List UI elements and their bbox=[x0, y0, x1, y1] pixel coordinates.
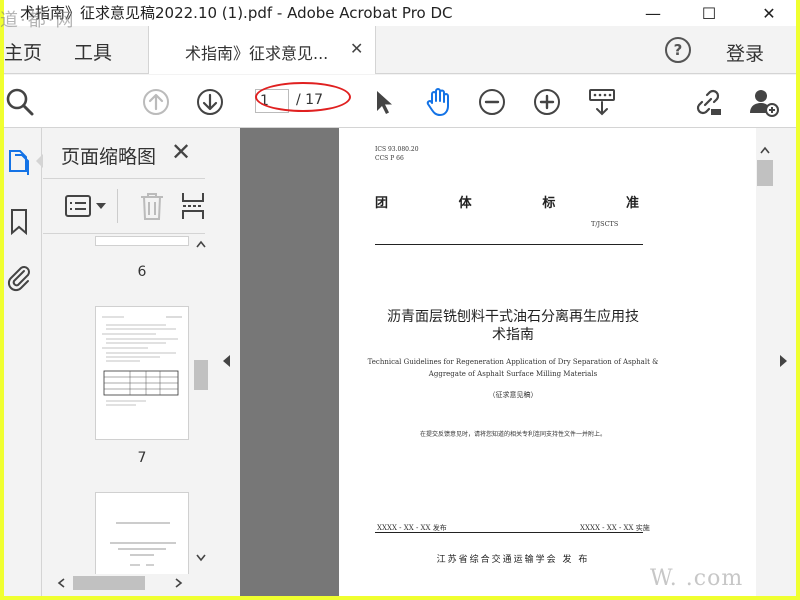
thumbnail-page-7[interactable] bbox=[95, 306, 189, 440]
tab-document[interactable]: 术指南》征求意见... ✕ bbox=[148, 26, 376, 74]
attachments-icon[interactable] bbox=[4, 262, 34, 292]
left-navigation-rail bbox=[4, 128, 43, 596]
english-title: Technical Guidelines for Regeneration Ap… bbox=[363, 356, 663, 380]
document-vertical-scrollbar[interactable] bbox=[756, 128, 774, 596]
caret-right-icon[interactable] bbox=[780, 355, 788, 367]
page-total-label: / 17 bbox=[296, 92, 323, 108]
standard-code: T/JSCTS bbox=[591, 220, 619, 228]
caret-left-icon[interactable] bbox=[223, 355, 231, 367]
english-title-line-1: Technical Guidelines for Regeneration Ap… bbox=[367, 358, 659, 366]
chevron-down-icon[interactable] bbox=[96, 203, 106, 211]
ccs-code: CCS P 66 bbox=[375, 155, 404, 162]
header-divider bbox=[375, 244, 643, 245]
page-number-input[interactable]: 1 bbox=[255, 89, 289, 113]
document-tab-close-button[interactable]: ✕ bbox=[350, 39, 363, 58]
watermark-top-left: 道·都·网 bbox=[0, 10, 76, 31]
document-viewport[interactable]: ICS 93.080.20 CCS P 66 团 体 标 准 T/JSCTS 沥… bbox=[214, 128, 796, 596]
issuer: 江苏省综合交通运输学会 发 布 bbox=[436, 555, 590, 565]
thumbnails-panel: 页面缩略图 ✕ 6 7 bbox=[43, 128, 213, 596]
patent-note: 在提交反馈意见时，请将您知道的相关专利连同支持性文件一并附上。 bbox=[419, 431, 606, 438]
tab-home[interactable]: 主页 bbox=[4, 38, 42, 65]
thumbnail-options-icon[interactable] bbox=[65, 195, 91, 217]
close-window-button[interactable]: ✕ bbox=[746, 0, 792, 26]
heading-char: 团 bbox=[375, 196, 389, 211]
title-bar: 术指南》征求意见稿2022.10 (1).pdf - Adobe Acrobat… bbox=[4, 0, 796, 26]
thumbnail-page-6[interactable] bbox=[95, 236, 189, 246]
panel-title: 页面缩略图 bbox=[61, 146, 157, 168]
english-title-line-2: Aggregate of Asphalt Surface Milling Mat… bbox=[428, 370, 598, 378]
draft-status: （征求意见稿） bbox=[488, 391, 538, 399]
thumbnail-vertical-scrollbar[interactable] bbox=[193, 236, 209, 574]
hand-tool-icon[interactable] bbox=[422, 86, 454, 118]
heading-char: 准 bbox=[625, 196, 639, 211]
scroll-mode-icon[interactable] bbox=[586, 86, 618, 118]
acrobat-window: 术指南》征求意见稿2022.10 (1).pdf - Adobe Acrobat… bbox=[4, 0, 796, 596]
doc-scroll-thumb[interactable] bbox=[757, 160, 773, 186]
doc-scroll-up-icon[interactable] bbox=[760, 146, 770, 154]
horizontal-scroll-thumb[interactable] bbox=[73, 576, 145, 590]
share-link-icon[interactable] bbox=[692, 86, 724, 118]
collapse-left-pane[interactable] bbox=[214, 128, 240, 596]
scroll-left-icon[interactable] bbox=[57, 578, 65, 588]
panel-toolbar bbox=[43, 178, 205, 234]
select-cursor-icon[interactable] bbox=[368, 86, 400, 118]
document-tab-label: 术指南》征求意见... bbox=[185, 44, 329, 63]
login-button[interactable]: 登录 bbox=[726, 39, 764, 66]
window-title: 术指南》征求意见稿2022.10 (1).pdf - Adobe Acrobat… bbox=[20, 4, 453, 22]
menu-bar: 主页 工具 术指南》征求意见... ✕ ? 登录 bbox=[4, 26, 796, 74]
zoom-icon[interactable] bbox=[4, 86, 36, 118]
bookmarks-icon[interactable] bbox=[4, 206, 34, 236]
minimize-button[interactable]: — bbox=[630, 0, 676, 26]
page-thumbnails-icon[interactable] bbox=[4, 146, 34, 176]
page-up-icon[interactable] bbox=[140, 86, 172, 118]
insert-page-icon[interactable] bbox=[181, 191, 205, 221]
thumbnail-number: 6 bbox=[137, 264, 147, 280]
maximize-button[interactable]: ☐ bbox=[686, 0, 732, 26]
panel-close-button[interactable]: ✕ bbox=[171, 138, 191, 166]
thumbnail-number: 7 bbox=[137, 450, 147, 466]
watermark-bottom-right: W. .com bbox=[650, 566, 744, 591]
standard-type-heading: 团 体 标 准 bbox=[375, 192, 639, 211]
heading-char: 标 bbox=[542, 196, 556, 211]
scroll-thumb[interactable] bbox=[194, 360, 208, 390]
trash-icon[interactable] bbox=[139, 191, 165, 221]
zoom-in-icon[interactable] bbox=[531, 86, 563, 118]
scroll-right-icon[interactable] bbox=[175, 578, 183, 588]
footer-divider bbox=[375, 532, 643, 533]
thumbnail-horizontal-scrollbar[interactable] bbox=[43, 574, 193, 592]
help-icon[interactable]: ? bbox=[665, 37, 691, 63]
thumbnail-page-8[interactable] bbox=[95, 492, 189, 574]
thumbnail-list: 6 7 bbox=[43, 236, 195, 574]
document-title: 沥青面层铣刨料干式油石分离再生应用技 术指南 bbox=[363, 308, 663, 344]
page-down-icon[interactable] bbox=[194, 86, 226, 118]
title-line-1: 沥青面层铣刨料干式油石分离再生应用技 bbox=[387, 309, 639, 325]
zoom-out-icon[interactable] bbox=[476, 86, 508, 118]
ics-code: ICS 93.080.20 bbox=[375, 146, 419, 153]
add-user-icon[interactable] bbox=[748, 86, 780, 118]
heading-char: 体 bbox=[458, 196, 472, 211]
pdf-page: ICS 93.080.20 CCS P 66 团 体 标 准 T/JSCTS 沥… bbox=[339, 128, 758, 596]
scroll-up-icon[interactable] bbox=[196, 240, 206, 248]
title-line-2: 术指南 bbox=[492, 327, 534, 343]
tab-tools[interactable]: 工具 bbox=[74, 38, 112, 65]
toolbar: 1 / 17 bbox=[4, 75, 796, 128]
scroll-down-icon[interactable] bbox=[196, 554, 206, 562]
